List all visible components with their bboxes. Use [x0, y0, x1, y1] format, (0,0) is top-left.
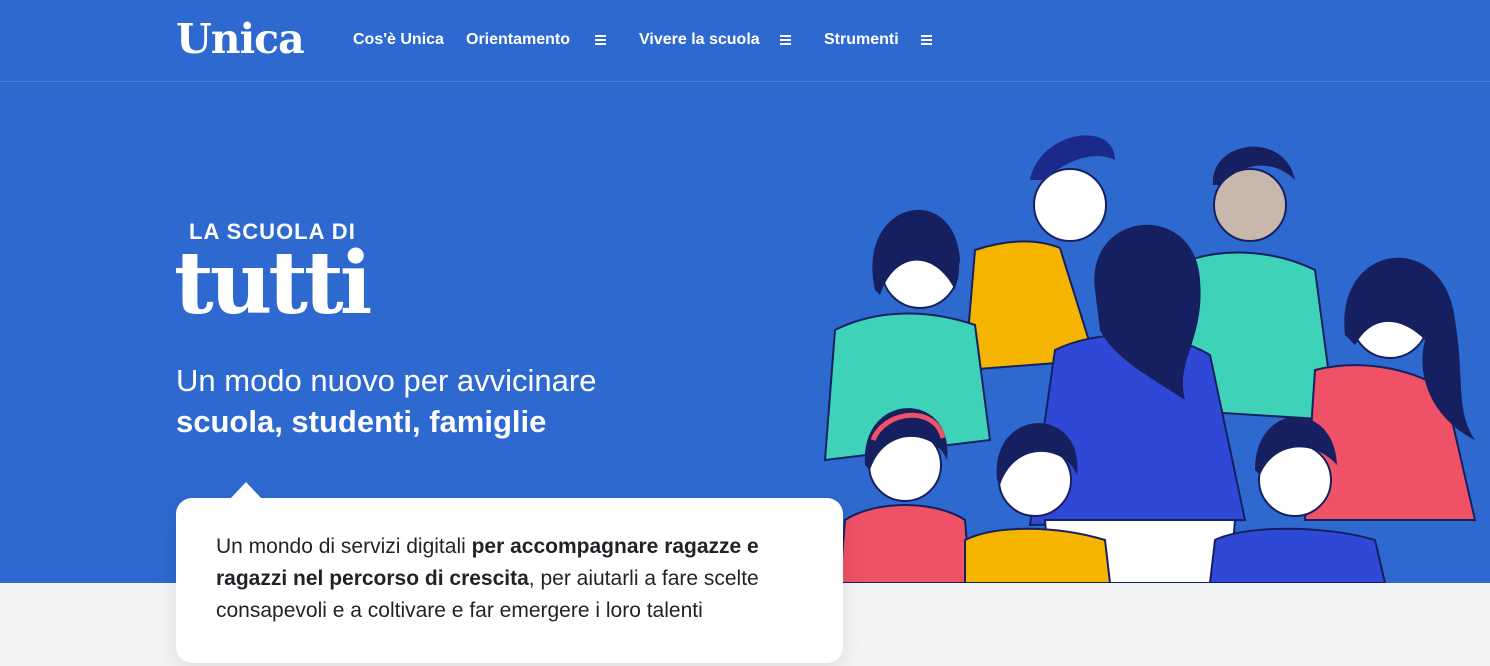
intro-text-part1: Un mondo di servizi digitali [216, 535, 472, 558]
nav-item-cose-unica[interactable]: Cos'è Unica [353, 29, 444, 51]
group-illustration [823, 135, 1477, 583]
illustration-figure-boy-blue [1208, 527, 1387, 583]
illustration-figure-girl-yellow [964, 527, 1112, 583]
intro-card: Un mondo di servizi digitali per accompa… [176, 498, 843, 663]
hero-subtitle-line2: scuola, studenti, famiglie [176, 404, 547, 439]
orientamento-menu-icon[interactable] [595, 33, 607, 45]
vivere-la-scuola-menu-icon[interactable] [780, 33, 792, 45]
nav-item-strumenti[interactable]: Strumenti [824, 29, 899, 51]
intro-card-text: Un mondo di servizi digitali per accompa… [216, 531, 816, 627]
hero-section: Unica Cos'è Unica Orientamento Vivere la… [0, 0, 1490, 583]
intro-card-pointer [230, 482, 262, 499]
hero-subtitle-line1: Un modo nuovo per avvicinare [176, 363, 597, 398]
nav-item-orientamento[interactable]: Orientamento [466, 29, 570, 51]
illustration-figure-girl-red [838, 504, 972, 583]
nav-item-vivere-la-scuola[interactable]: Vivere la scuola [639, 29, 760, 51]
unica-logo[interactable]: Unica [176, 14, 305, 64]
top-navigation: Unica Cos'è Unica Orientamento Vivere la… [0, 0, 1490, 82]
hero-title: tutti [174, 233, 372, 334]
strumenti-menu-icon[interactable] [921, 33, 933, 45]
